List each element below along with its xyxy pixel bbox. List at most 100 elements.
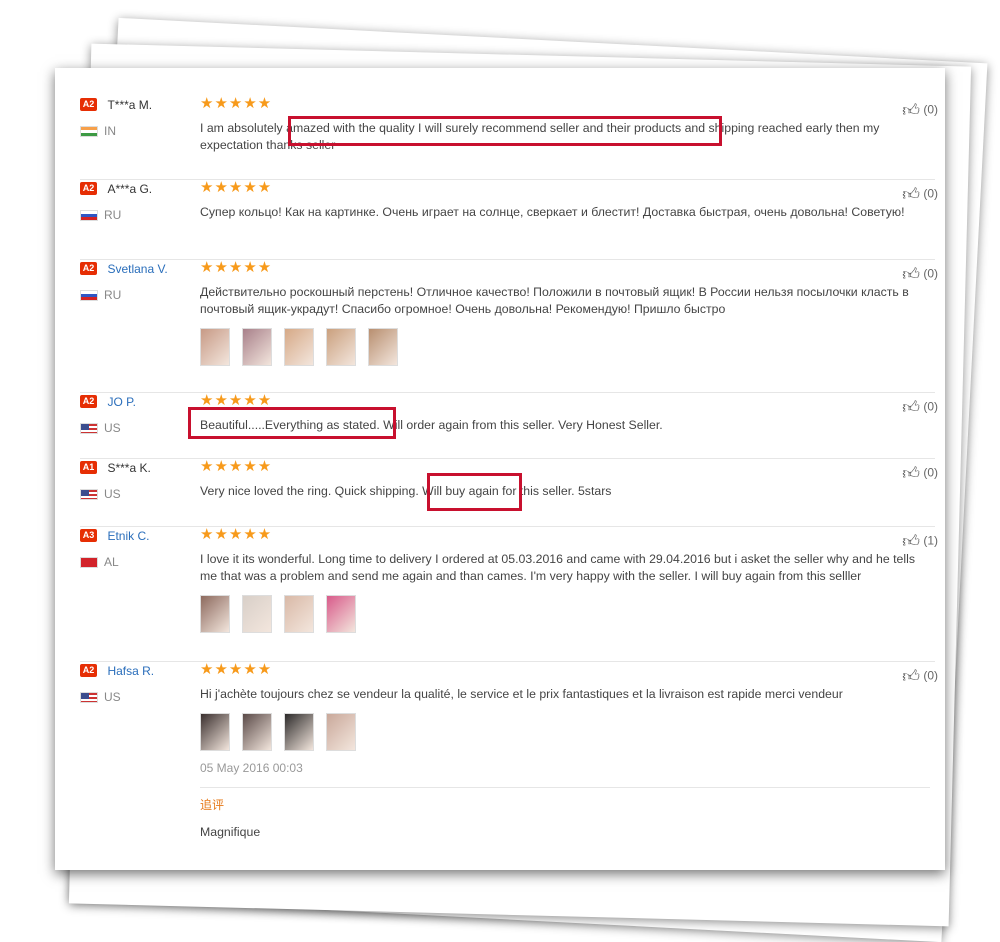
review-photo-thumbnail[interactable] [242, 328, 272, 366]
country-flag-icon [80, 489, 98, 501]
buyer-level-badge: A2 [80, 98, 97, 112]
country-code: IN [104, 124, 116, 138]
review-photo-thumbnail[interactable] [284, 713, 314, 751]
helpful-button[interactable]: 👍︎ (0) [902, 100, 938, 121]
reviewer-name[interactable]: Etnik C. [107, 529, 149, 543]
buyer-level-badge: A3 [80, 529, 97, 543]
thumbs-up-icon: 👍︎ [902, 265, 920, 284]
review-photo-thumbnail[interactable] [326, 713, 356, 751]
review-photo-thumbnail[interactable] [326, 595, 356, 633]
thumbs-up-icon: 👍︎ [902, 532, 920, 551]
review-photo-thumbnail[interactable] [242, 713, 272, 751]
review-text: Супер кольцо! Как на картинке. Очень игр… [200, 205, 905, 219]
thumbs-up-icon: 👍︎ [902, 464, 920, 483]
country-code: RU [104, 208, 122, 222]
reviewer-name[interactable]: Hafsa R. [107, 664, 154, 678]
review-text: Very nice loved the ring. Quick shipping… [200, 484, 612, 498]
thumbs-up-icon: 👍︎ [902, 667, 920, 686]
helpful-count: (0) [923, 465, 938, 480]
review-body: ★★★★★ Very nice loved the ring. Quick sh… [200, 458, 938, 500]
helpful-button[interactable]: 👍︎ (0) [902, 184, 938, 205]
star-rating-icon: ★★★★★ [200, 526, 273, 543]
country-flag-icon [80, 126, 98, 138]
reviewer-info: A2 Svetlana V. RU [80, 260, 190, 302]
helpful-button[interactable]: 👍︎ (0) [902, 264, 938, 285]
review-item: A2 Svetlana V. RU ★★★★★ Действительно ро… [80, 259, 938, 393]
review-photos [200, 713, 930, 753]
review-item: A2 A***a G. RU ★★★★★ Супер кольцо! Как н… [80, 179, 938, 260]
review-photo-thumbnail[interactable] [284, 328, 314, 366]
helpful-button[interactable]: 👍︎ (0) [902, 463, 938, 484]
review-photos [200, 595, 930, 635]
star-rating-icon: ★★★★★ [200, 458, 273, 475]
reviewer-country: RU [80, 208, 190, 222]
star-rating-icon: ★★★★★ [200, 95, 273, 112]
review-photo-thumbnail[interactable] [326, 328, 356, 366]
star-rating-icon: ★★★★★ [200, 259, 273, 276]
reviewer-country: RU [80, 288, 190, 302]
helpful-count: (0) [923, 266, 938, 281]
highlight-box [188, 407, 396, 439]
helpful-count: (0) [923, 102, 938, 117]
country-flag-icon [80, 692, 98, 704]
buyer-level-badge: A2 [80, 664, 97, 678]
highlight-box [288, 116, 722, 146]
reviewer-info: A2 JO P. US [80, 393, 190, 435]
star-rating-icon: ★★★★★ [200, 661, 273, 678]
reviewer-name[interactable]: JO P. [107, 395, 135, 409]
reviewer-info: A1 S***a K. US [80, 459, 190, 501]
helpful-count: (1) [923, 533, 938, 548]
highlight-box [427, 473, 522, 511]
review-body: ★★★★★ Супер кольцо! Как на картинке. Оче… [200, 179, 938, 221]
review-photo-thumbnail[interactable] [242, 595, 272, 633]
buyer-level-badge: A2 [80, 182, 97, 196]
country-code: AL [104, 555, 119, 569]
reviewer-country: US [80, 421, 190, 435]
thumbs-up-icon: 👍︎ [902, 185, 920, 204]
reviewer-info: A2 Hafsa R. US [80, 662, 190, 704]
country-flag-icon [80, 423, 98, 435]
country-flag-icon [80, 557, 98, 569]
reviewer-country: IN [80, 124, 190, 138]
review-item: A3 Etnik C. AL ★★★★★ I love it its wonde… [80, 526, 938, 662]
reviewer-name: S***a K. [107, 460, 151, 475]
helpful-count: (0) [923, 399, 938, 414]
reviews-panel: A2 T***a M. IN ★★★★★ I am absolutely ama… [55, 68, 945, 870]
helpful-button[interactable]: 👍︎ (0) [902, 397, 938, 418]
reviewer-info: A2 A***a G. RU [80, 180, 190, 222]
buyer-level-badge: A1 [80, 461, 97, 475]
reviewer-name: T***a M. [107, 97, 153, 112]
country-code: US [104, 487, 121, 501]
review-photos [200, 328, 930, 368]
helpful-button[interactable]: 👍︎ (1) [902, 531, 938, 552]
reviewer-info: A3 Etnik C. AL [80, 527, 190, 569]
additional-feedback-text: Magnifique [200, 825, 261, 839]
additional-feedback: 追评 Magnifique [200, 787, 930, 839]
country-flag-icon [80, 210, 98, 222]
buyer-level-badge: A2 [80, 395, 97, 409]
star-rating-icon: ★★★★★ [200, 179, 273, 196]
review-item: A2 Hafsa R. US ★★★★★ Hi j'achète toujour… [80, 661, 938, 862]
review-text: Действительно роскошный перстень! Отличн… [200, 285, 909, 316]
thumbs-up-icon: 👍︎ [902, 398, 920, 417]
helpful-count: (0) [923, 186, 938, 201]
review-date: 05 May 2016 00:03 [200, 761, 303, 775]
buyer-level-badge: A2 [80, 262, 97, 276]
review-body: ★★★★★ I love it its wonderful. Long time… [200, 526, 938, 635]
review-photo-thumbnail[interactable] [368, 328, 398, 366]
country-code: US [104, 690, 121, 704]
reviewer-country: US [80, 487, 190, 501]
thumbs-up-icon: 👍︎ [902, 101, 920, 120]
country-flag-icon [80, 290, 98, 302]
review-text: I love it its wonderful. Long time to de… [200, 552, 916, 583]
country-code: RU [104, 288, 122, 302]
reviewer-name: A***a G. [107, 181, 153, 196]
helpful-button[interactable]: 👍︎ (0) [902, 666, 938, 687]
reviewer-country: US [80, 690, 190, 704]
reviewer-name[interactable]: Svetlana V. [107, 262, 167, 276]
review-photo-thumbnail[interactable] [284, 595, 314, 633]
review-photo-thumbnail[interactable] [200, 595, 230, 633]
review-photo-thumbnail[interactable] [200, 328, 230, 366]
reviewer-info: A2 T***a M. IN [80, 96, 190, 138]
review-photo-thumbnail[interactable] [200, 713, 230, 751]
